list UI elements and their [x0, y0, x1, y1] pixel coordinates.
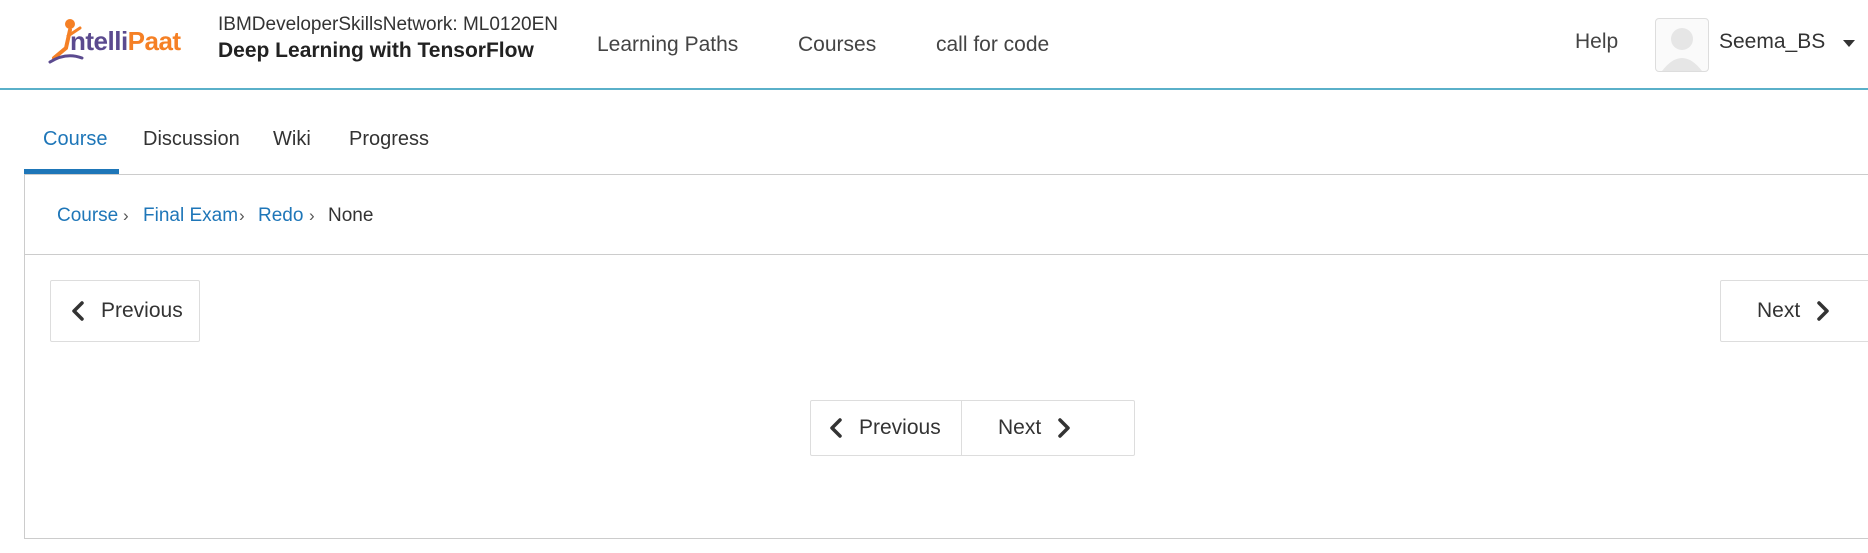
previous-button-label: Previous [101, 299, 183, 322]
tab-wiki[interactable]: Wiki [273, 128, 311, 151]
chevron-left-icon [72, 301, 84, 321]
bottom-sequence-nav: Previous Next [810, 400, 1135, 456]
previous-button[interactable]: Previous [50, 280, 200, 342]
course-content: Course › Final Exam › Redo › None Previo… [24, 174, 1868, 539]
breadcrumb-current: None [328, 205, 374, 226]
tab-discussion[interactable]: Discussion [143, 128, 240, 151]
nav-learning-paths[interactable]: Learning Paths [597, 33, 738, 57]
avatar[interactable] [1655, 18, 1709, 72]
bottom-next-button[interactable]: Next [962, 401, 1134, 455]
bottom-previous-label: Previous [859, 416, 941, 439]
user-menu-toggle[interactable] [1842, 36, 1856, 54]
nav-courses[interactable]: Courses [798, 33, 876, 57]
logo-wordmark: ntelliPaat [70, 26, 181, 56]
chevron-down-icon [1843, 40, 1855, 47]
chevron-right-icon [1817, 301, 1829, 321]
tab-progress[interactable]: Progress [349, 128, 429, 151]
tab-course[interactable]: Course [43, 128, 107, 151]
bottom-previous-button[interactable]: Previous [811, 401, 961, 455]
next-button-label: Next [1757, 299, 1801, 322]
bottom-next-label: Next [998, 416, 1042, 439]
breadcrumb: Course › Final Exam › Redo › None [25, 175, 1868, 255]
chevron-right-icon [1058, 418, 1070, 438]
course-org: IBMDeveloperSkillsNetwork: ML0120EN [218, 14, 559, 35]
site-header: ntelliPaat IBMDeveloperSkillsNetwork: ML… [0, 0, 1868, 90]
help-link[interactable]: Help [1575, 30, 1618, 54]
breadcrumb-separator-icon: › [123, 206, 129, 225]
breadcrumb-separator-icon: › [309, 206, 315, 225]
chevron-left-icon [830, 418, 842, 438]
breadcrumb-redo[interactable]: Redo [258, 205, 303, 227]
avatar-icon [1662, 28, 1702, 71]
next-button[interactable]: Next [1720, 280, 1868, 342]
breadcrumb-course[interactable]: Course [57, 205, 118, 227]
breadcrumb-separator-icon: › [239, 206, 245, 225]
breadcrumb-final-exam[interactable]: Final Exam [143, 205, 238, 227]
nav-call-for-code[interactable]: call for code [936, 33, 1049, 57]
course-title: Deep Learning with TensorFlow [218, 39, 534, 62]
username[interactable]: Seema_BS [1719, 30, 1825, 54]
intellipaat-logo[interactable]: ntelliPaat [46, 14, 196, 68]
